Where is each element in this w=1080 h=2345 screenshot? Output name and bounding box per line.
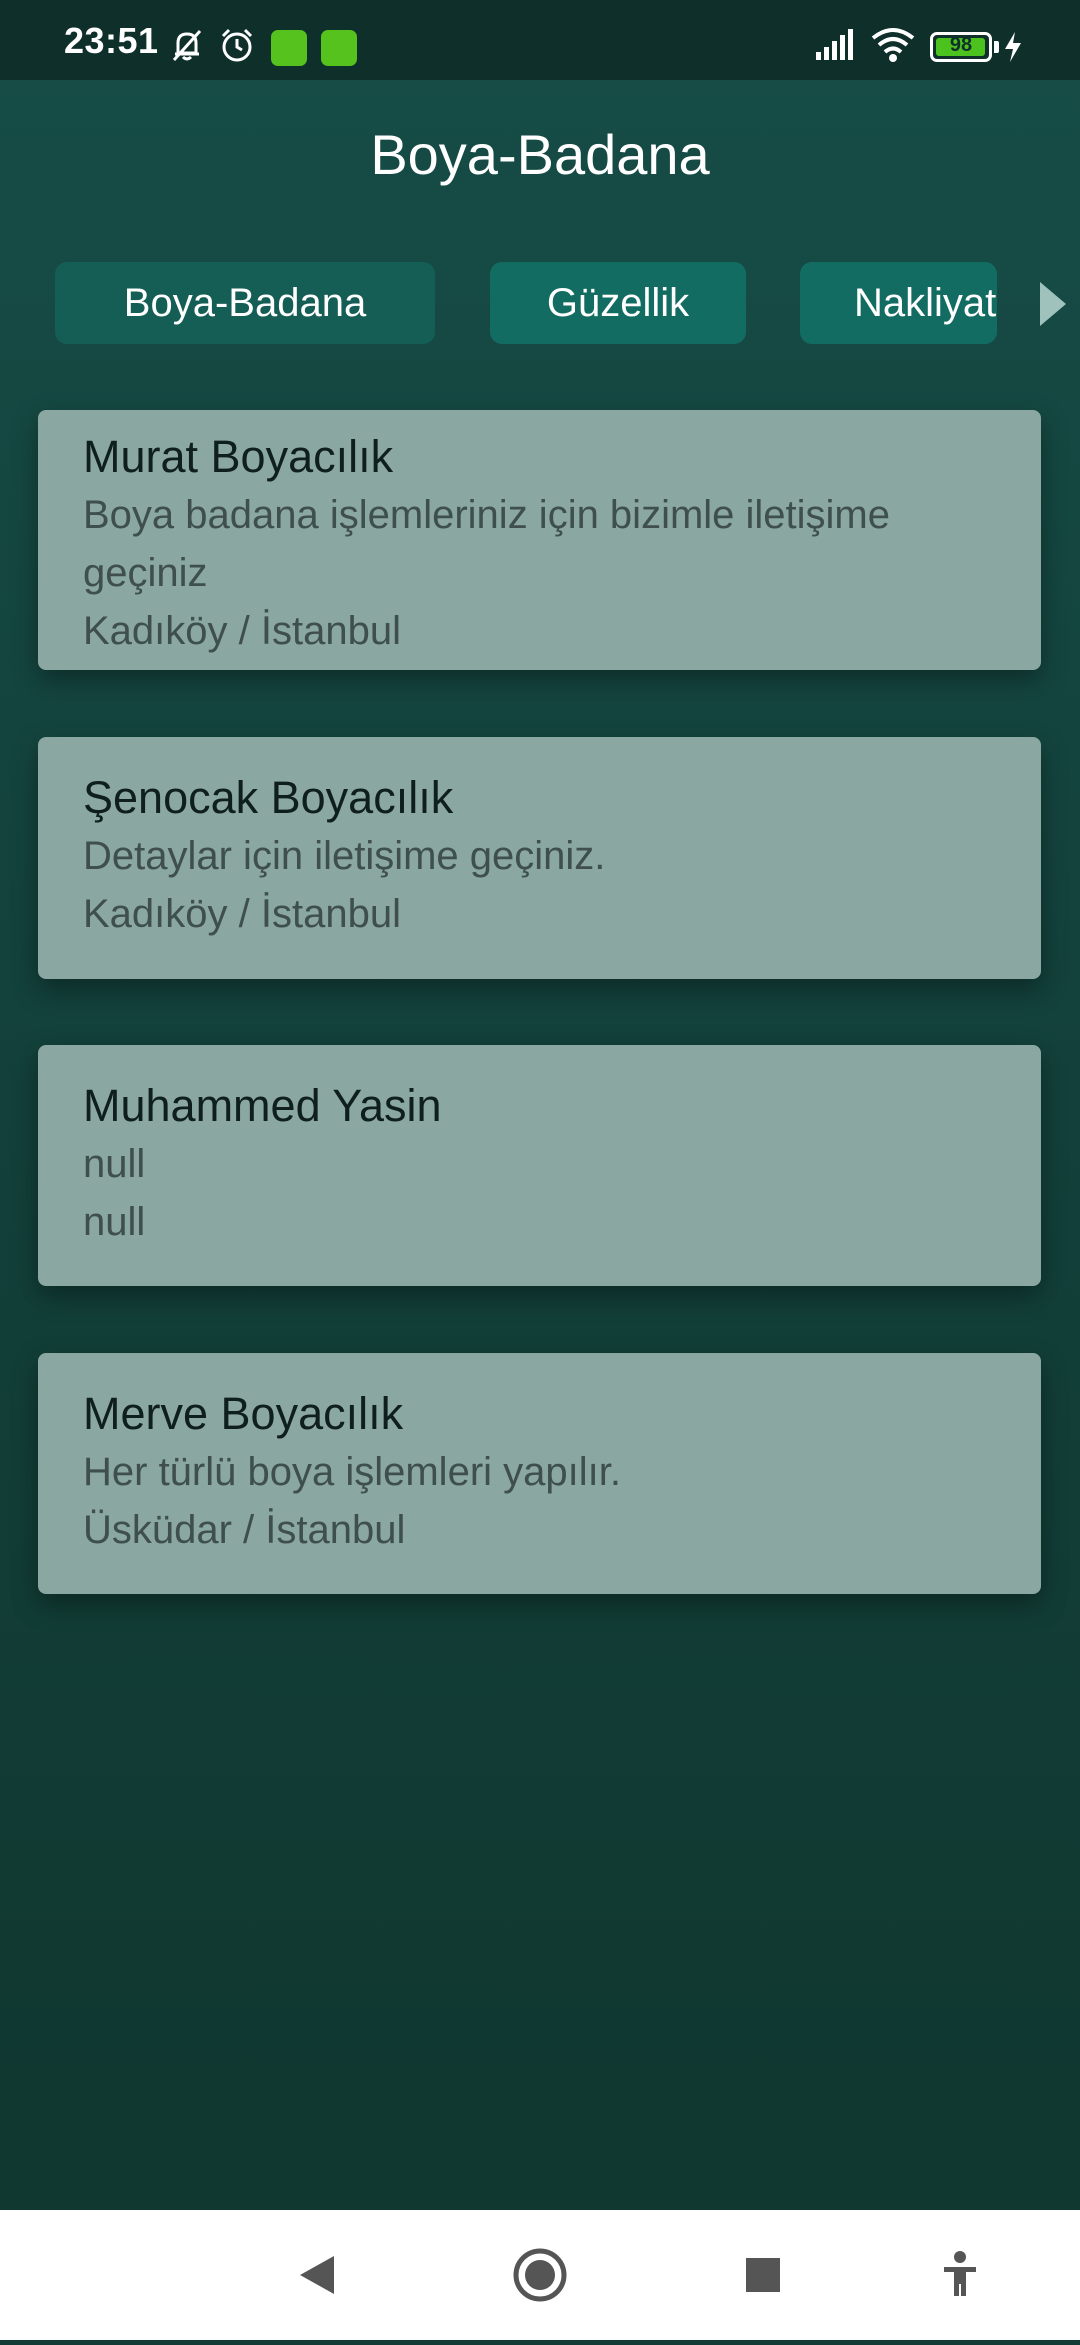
tab-boya-badana[interactable]: Boya-Badana <box>55 262 435 344</box>
charging-icon <box>1002 30 1024 69</box>
battery-icon: 98 <box>930 32 992 62</box>
tab-guzellik[interactable]: Güzellik <box>490 262 746 344</box>
app-screen: 23:51 98 Boya-Badana Boya-Badana Güzelli… <box>0 0 1080 2210</box>
system-nav-bar <box>0 2210 1080 2340</box>
listing-description: Detaylar için iletişime geçiniz. <box>83 834 606 878</box>
status-time: 23:51 <box>64 20 159 61</box>
listing-name: Merve Boyacılık <box>83 1388 404 1439</box>
tabs-scroll-right-icon[interactable] <box>1040 282 1066 326</box>
page-title: Boya-Badana <box>370 123 710 186</box>
listing-description: null <box>83 1142 146 1186</box>
signal-icon <box>814 26 856 69</box>
accessibility-icon <box>944 2251 976 2296</box>
app-notification-icon <box>271 30 307 66</box>
battery-tip <box>994 41 999 53</box>
app-notification-icon <box>321 30 357 66</box>
listing-description: Her türlü boya işlemleri yapılır. <box>83 1450 621 1494</box>
listing-location: Üsküdar / İstanbul <box>83 1508 406 1552</box>
listing-description: Boya badana işlemleriniz için bizimle il… <box>83 493 890 595</box>
listing-location: null <box>83 1200 146 1244</box>
home-button[interactable] <box>490 2210 590 2340</box>
listing-name: Şenocak Boyacılık <box>83 772 454 823</box>
listing-card[interactable]: Murat Boyacılık Boya badana işlemleriniz… <box>38 410 1041 670</box>
listing-location: Kadıköy / İstanbul <box>83 609 401 653</box>
alarm-clock-icon <box>218 26 256 69</box>
category-tabs: Boya-Badana Güzellik Nakliyat <box>0 262 1080 344</box>
recents-button[interactable] <box>713 2210 813 2340</box>
listing-name: Murat Boyacılık <box>83 431 394 482</box>
accessibility-button[interactable] <box>910 2210 1010 2340</box>
battery-level: 98 <box>949 34 973 56</box>
home-icon <box>513 2248 567 2302</box>
listing-location: Kadıköy / İstanbul <box>83 892 401 936</box>
back-button[interactable] <box>270 2210 370 2340</box>
bell-muted-icon <box>168 26 206 69</box>
wifi-icon <box>870 26 916 69</box>
tab-nakliyat[interactable]: Nakliyat <box>800 262 997 344</box>
recents-icon <box>746 2258 780 2292</box>
listing-card[interactable]: Şenocak Boyacılık Detaylar için iletişim… <box>38 737 1041 979</box>
listing-card[interactable]: Merve Boyacılık Her türlü boya işlemleri… <box>38 1353 1041 1594</box>
listing-name: Muhammed Yasin <box>83 1080 442 1131</box>
listing-card[interactable]: Muhammed Yasin null null <box>38 1045 1041 1286</box>
back-icon <box>300 2256 334 2294</box>
status-bar: 23:51 98 <box>0 0 1080 80</box>
